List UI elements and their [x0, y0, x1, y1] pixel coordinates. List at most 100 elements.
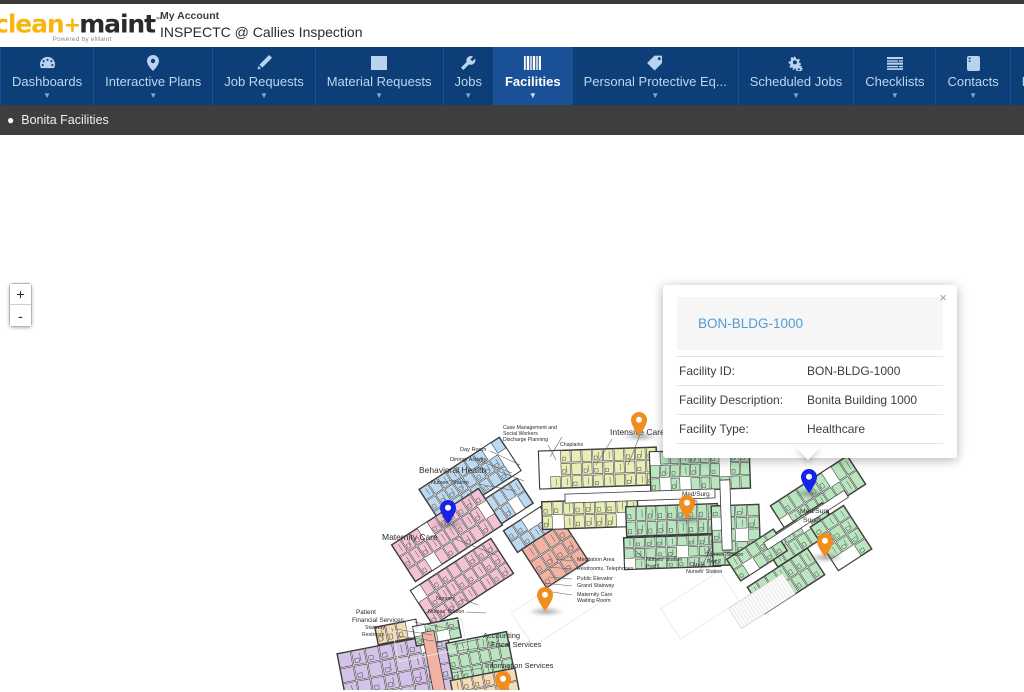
- nav-item-dashboards[interactable]: Dashboards ▼: [0, 47, 95, 105]
- chevron-down-icon[interactable]: ▼: [260, 91, 268, 100]
- facility-detail-row: Facility Type: Healthcare: [677, 415, 943, 444]
- floorplan-label: Med/Surg: [800, 508, 830, 515]
- marker-medsurg-south-top[interactable]: [801, 469, 817, 493]
- chevron-down-icon[interactable]: ▼: [891, 91, 899, 100]
- logo-text: clean+maint™: [0, 8, 163, 39]
- floorplan-label: Dining/ Activity: [450, 457, 487, 463]
- nav-item-label: Interactive Plans: [105, 73, 202, 89]
- floorplan-label: Nurses' Station: [431, 480, 469, 486]
- nav-item-label: Facilities: [504, 73, 561, 89]
- marker-medsurg-north[interactable]: [679, 495, 695, 519]
- close-icon[interactable]: ×: [939, 291, 947, 304]
- location-pin-icon: ●: [7, 113, 15, 127]
- floorplan-label: Financial Services: [352, 617, 404, 624]
- floorplan-label: Stairway: [365, 625, 385, 631]
- logo-maint-text: maint: [79, 9, 156, 39]
- book-icon: [966, 55, 980, 72]
- nav-item-label: Scheduled Jobs: [749, 73, 843, 89]
- logo-clean-text: clean: [0, 9, 65, 39]
- floorplan-label: Restroom: [362, 632, 385, 638]
- facility-detail-row: Facility ID: BON-BLDG-1000: [677, 356, 943, 386]
- label-leader-line: [465, 611, 487, 614]
- chevron-down-icon[interactable]: ▼: [375, 91, 383, 100]
- floorplan-label: Discharge Planning: [503, 437, 548, 443]
- floorplan-corridor: [719, 479, 733, 551]
- nav-item-label: Material Requests: [326, 73, 432, 89]
- popup-title-link[interactable]: BON-BLDG-1000: [698, 316, 803, 331]
- building-icon: [524, 55, 542, 72]
- chevron-down-icon[interactable]: ▼: [969, 91, 977, 100]
- nav-item-scheduled-jobs[interactable]: Scheduled Jobs ▼: [739, 47, 855, 105]
- nav-item-interactive-plans[interactable]: Interactive Plans ▼: [94, 47, 214, 105]
- gears-icon: [787, 55, 804, 72]
- floorplan-outline: [660, 570, 740, 640]
- facility-info-popup: × BON-BLDG-1000 Facility ID: BON-BLDG-100…: [663, 285, 957, 458]
- facility-details-table: Facility ID: BON-BLDG-1000 Facility Descri…: [677, 356, 943, 444]
- floorplan-label: Grand Stairway: [577, 583, 614, 589]
- floorplan-label: Nurses' Station: [428, 609, 464, 615]
- nav-item-checklists[interactable]: Checklists ▼: [854, 47, 937, 105]
- floorplan-wing: [624, 502, 720, 538]
- floorplan-label: Pod 1: [646, 564, 660, 570]
- wrench-icon: [460, 55, 476, 72]
- nav-item-jobs[interactable]: Jobs ▼: [444, 47, 494, 105]
- facility-detail-row: Facility Description: Bonita Building 100…: [677, 386, 943, 415]
- app-logo[interactable]: clean+maint™ Powered by eMaint: [0, 8, 163, 43]
- floorplan-label: Restrooms, Telephones: [577, 566, 634, 572]
- chevron-down-icon[interactable]: ▼: [529, 91, 537, 100]
- chevron-down-icon[interactable]: ▼: [464, 91, 472, 100]
- nav-item-job-requests[interactable]: Job Requests ▼: [213, 47, 316, 105]
- marker-maternity[interactable]: [537, 587, 553, 611]
- map-zoom-controls: + -: [9, 283, 32, 327]
- breadcrumb-label[interactable]: Bonita Facilities: [21, 113, 109, 127]
- nav-item-contacts[interactable]: Contacts ▼: [936, 47, 1011, 105]
- floorplan-label: Waiting Room: [577, 598, 611, 604]
- chevron-down-icon[interactable]: ▼: [792, 91, 800, 100]
- map-pin-icon: [147, 55, 160, 72]
- chevron-down-icon[interactable]: ▼: [651, 91, 659, 100]
- dashboard-icon: [39, 55, 56, 72]
- floorplan-label: Patient: [356, 609, 376, 616]
- floorplan-label: Nursery: [436, 596, 455, 602]
- account-username: INSPECTC @ Callies Inspection: [160, 24, 363, 41]
- detail-key: Facility Description:: [679, 393, 784, 407]
- nav-item-facilities[interactable]: Facilities ▼: [493, 47, 573, 105]
- account-block[interactable]: My Account INSPECTC @ Callies Inspection: [160, 10, 363, 40]
- floorplan-label: Behavioral Health: [419, 465, 486, 475]
- floorplan-wing: [336, 631, 468, 690]
- nav-item-personal-protective-eq[interactable]: Personal Protective Eq... ▼: [573, 47, 739, 105]
- breadcrumb: ● Bonita Facilities: [0, 105, 1024, 135]
- logo-tagline: Powered by eMaint: [52, 35, 112, 43]
- marker-information-services[interactable]: [495, 671, 511, 690]
- floorplan-label: Meditation Area: [577, 557, 614, 563]
- nav-item-health-safety-inspe[interactable]: Health & Safety Inspe...▼: [1011, 47, 1024, 105]
- list-icon: [886, 55, 903, 72]
- detail-value: BON-BLDG-1000: [807, 364, 901, 378]
- pencil-icon: [256, 55, 272, 72]
- app-header: clean+maint™ Powered by eMaint My Accoun…: [0, 4, 1024, 47]
- popup-header: BON-BLDG-1000: [677, 297, 943, 350]
- zoom-in-button[interactable]: +: [10, 284, 31, 305]
- floorplan-label: South: [803, 517, 821, 524]
- my-account-label: My Account: [160, 10, 220, 23]
- nav-item-material-requests[interactable]: Material Requests ▼: [316, 47, 444, 105]
- chevron-down-icon[interactable]: ▼: [43, 91, 51, 100]
- detail-key: Facility ID:: [679, 364, 736, 378]
- marker-medsurg-south[interactable]: [817, 533, 833, 557]
- floorplan-label: Day Room: [460, 447, 487, 453]
- floorplan-label: Nurses' Station: [686, 569, 722, 575]
- facility-map-canvas[interactable]: + - Case Management and Social Workers Dis…: [0, 135, 1024, 690]
- floorplan-label: Public Elevator: [577, 576, 613, 582]
- floorplan-label: Chaplains: [560, 442, 583, 448]
- nav-item-label: Jobs: [454, 73, 482, 89]
- nav-item-label: Dashboards: [12, 73, 83, 89]
- logo-plus-icon: +: [63, 12, 82, 37]
- chevron-down-icon[interactable]: ▼: [149, 91, 157, 100]
- floorplan-wing: [540, 497, 640, 531]
- floorplan-label: Information Services: [485, 661, 554, 670]
- floorplan-wing: [537, 446, 659, 490]
- zoom-out-button[interactable]: -: [10, 305, 31, 326]
- marker-intensive-care[interactable]: [631, 412, 647, 436]
- marker-behavioral-health[interactable]: [440, 500, 456, 524]
- floorplan-label: Nurses' Station: [707, 552, 743, 558]
